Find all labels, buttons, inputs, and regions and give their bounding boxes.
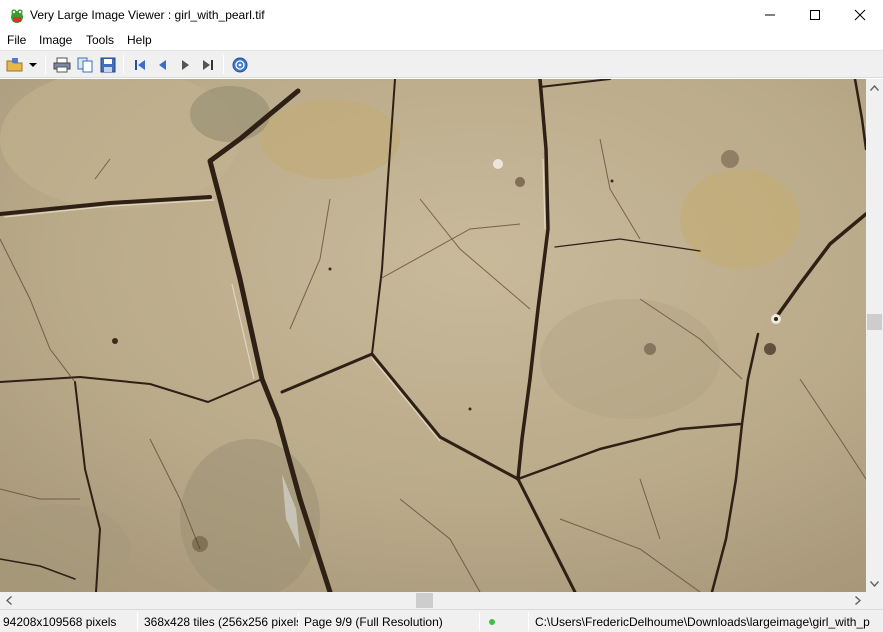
open-dropdown-button[interactable] xyxy=(26,54,40,76)
print-icon xyxy=(53,57,71,73)
open-button[interactable] xyxy=(4,54,26,76)
image-viewport[interactable] xyxy=(0,79,866,592)
horizontal-scroll-thumb[interactable] xyxy=(416,593,434,608)
previous-page-icon xyxy=(159,60,166,70)
status-divider xyxy=(528,612,529,631)
window-title: Very Large Image Viewer : girl_with_pear… xyxy=(30,8,265,22)
last-page-icon xyxy=(203,60,213,70)
status-divider xyxy=(298,612,299,631)
scrollbar-corner xyxy=(866,592,883,609)
open-icon xyxy=(6,58,23,72)
close-icon xyxy=(854,9,866,21)
minimize-icon xyxy=(765,14,775,16)
status-tile-info: 368x428 tiles (256x256 pixels) xyxy=(144,615,298,629)
scroll-right-button[interactable] xyxy=(849,592,866,609)
minimize-button[interactable] xyxy=(747,0,793,30)
status-file-path: C:\Users\FredericDelhoume\Downloads\larg… xyxy=(535,615,870,629)
dropdown-arrow-icon xyxy=(29,62,37,67)
chevron-right-icon xyxy=(854,596,861,605)
vertical-scroll-thumb[interactable] xyxy=(867,313,882,330)
menu-help[interactable]: Help xyxy=(127,33,152,47)
toolbar-separator xyxy=(123,55,124,74)
toolbar-separator xyxy=(223,55,224,74)
toolbar-separator xyxy=(45,55,46,74)
save-button[interactable] xyxy=(97,54,119,76)
horizontal-scrollbar[interactable] xyxy=(0,592,866,609)
chevron-up-icon xyxy=(870,84,879,91)
previous-page-button[interactable] xyxy=(152,54,174,76)
print-button[interactable] xyxy=(51,54,73,76)
copy-button[interactable] xyxy=(74,54,96,76)
scroll-left-button[interactable] xyxy=(0,592,17,609)
status-page-info: Page 9/9 (Full Resolution) xyxy=(304,615,443,629)
scroll-up-button[interactable] xyxy=(866,79,883,96)
close-button[interactable] xyxy=(837,0,883,30)
title-bar: Very Large Image Viewer : girl_with_pear… xyxy=(0,0,883,30)
toolbar xyxy=(0,50,883,78)
menu-tools[interactable]: Tools xyxy=(86,33,114,47)
status-divider xyxy=(137,612,138,631)
first-page-button[interactable] xyxy=(129,54,151,76)
copy-icon xyxy=(77,57,93,73)
image-tile xyxy=(0,79,866,592)
chevron-left-icon xyxy=(5,596,12,605)
menu-bar: File Image Tools Help xyxy=(0,30,883,50)
maximize-button[interactable] xyxy=(792,0,838,30)
status-bar: 94208x109568 pixels 368x428 tiles (256x2… xyxy=(0,609,883,632)
first-page-icon xyxy=(135,60,145,70)
status-divider xyxy=(479,612,480,631)
vertical-scrollbar[interactable] xyxy=(866,79,883,592)
chevron-down-icon xyxy=(870,580,879,587)
help-icon xyxy=(232,57,248,73)
maximize-icon xyxy=(810,10,820,20)
last-page-button[interactable] xyxy=(197,54,219,76)
status-image-dimensions: 94208x109568 pixels xyxy=(3,615,117,629)
save-icon xyxy=(100,57,116,73)
status-indicator-icon xyxy=(489,619,495,625)
next-page-button[interactable] xyxy=(174,54,196,76)
help-button[interactable] xyxy=(229,54,251,76)
frog-icon xyxy=(11,9,23,23)
menu-file[interactable]: File xyxy=(7,33,26,47)
scroll-down-button[interactable] xyxy=(866,575,883,592)
menu-image[interactable]: Image xyxy=(39,33,72,47)
next-page-icon xyxy=(182,60,189,70)
